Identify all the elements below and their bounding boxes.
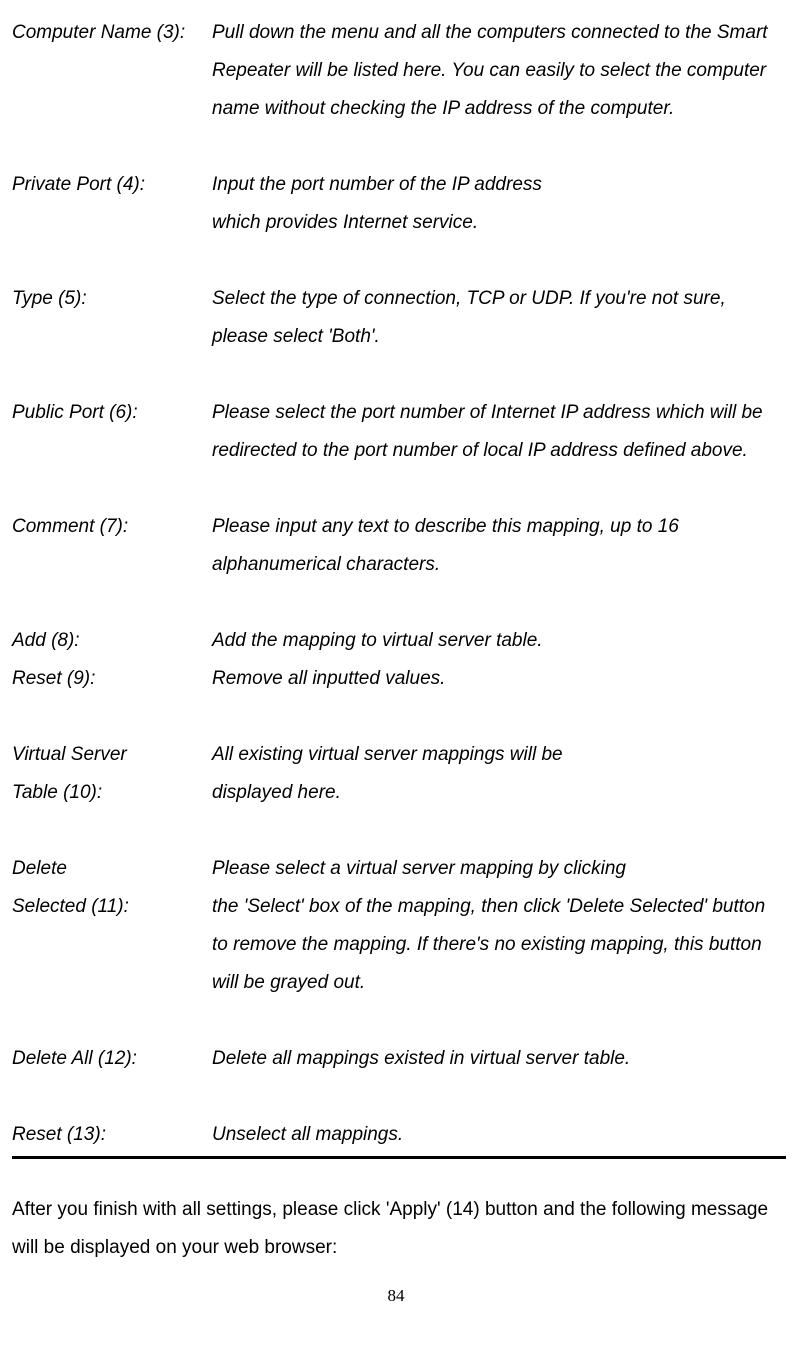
term-label: Public Port (6): — [12, 394, 212, 470]
definition-row: Comment (7): Please input any text to de… — [12, 508, 788, 584]
definition-row: Type (5): Select the type of connection,… — [12, 280, 788, 356]
definition-row: Delete Selected (11): Please select a vi… — [12, 850, 788, 1002]
term-description: Input the port number of the IP address … — [212, 166, 788, 242]
term-label: Add (8): — [12, 622, 212, 660]
term-description: Please select a virtual server mapping b… — [212, 850, 788, 1002]
term-description: Add the mapping to virtual server table. — [212, 622, 788, 660]
definition-row: Computer Name (3): Pull down the menu an… — [12, 14, 788, 128]
definition-row: Public Port (6): Please select the port … — [12, 394, 788, 470]
term-label: Comment (7): — [12, 508, 212, 584]
term-label: Delete All (12): — [12, 1040, 212, 1078]
term-description: All existing virtual server mappings wil… — [212, 736, 788, 812]
term-label: Computer Name (3): — [12, 14, 212, 128]
term-description: Delete all mappings existed in virtual s… — [212, 1040, 788, 1078]
term-label: Reset (9): — [12, 660, 212, 698]
term-description: Remove all inputted values. — [212, 660, 788, 698]
definition-row: Add (8): Add the mapping to virtual serv… — [12, 622, 788, 660]
definition-row: Private Port (4): Input the port number … — [12, 166, 788, 242]
after-text: After you finish with all settings, plea… — [12, 1191, 788, 1267]
term-label: Reset (13): — [12, 1116, 212, 1154]
definition-row: Virtual Server Table (10): All existing … — [12, 736, 788, 812]
term-description: Pull down the menu and all the computers… — [212, 14, 788, 128]
term-label: Private Port (4): — [12, 166, 212, 242]
term-description: Please select the port number of Interne… — [212, 394, 788, 470]
section-divider — [12, 1156, 786, 1159]
term-description: Please input any text to describe this m… — [212, 508, 788, 584]
term-label: Virtual Server Table (10): — [12, 736, 212, 812]
definition-row: Delete All (12): Delete all mappings exi… — [12, 1040, 788, 1078]
definition-row: Reset (13): Unselect all mappings. — [12, 1116, 788, 1154]
term-label: Type (5): — [12, 280, 212, 356]
document-content: Computer Name (3): Pull down the menu an… — [0, 0, 792, 1267]
term-description: Select the type of connection, TCP or UD… — [212, 280, 788, 356]
term-label: Delete Selected (11): — [12, 850, 212, 1002]
page-number: 84 — [0, 1286, 792, 1306]
term-description: Unselect all mappings. — [212, 1116, 788, 1154]
definition-row: Reset (9): Remove all inputted values. — [12, 660, 788, 698]
